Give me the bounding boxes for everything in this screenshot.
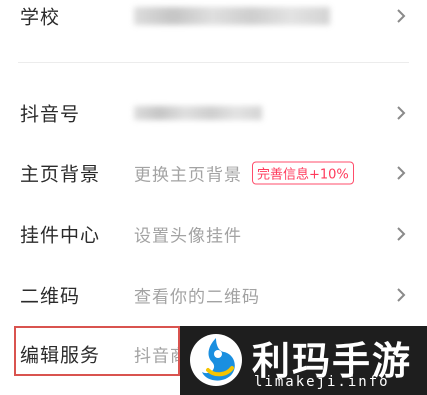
watermark-banner: 利玛手游 limakeji.info <box>180 326 427 395</box>
row-label: 抖音号 <box>20 103 81 126</box>
row-label: 二维码 <box>20 285 81 308</box>
chevron-right-icon <box>397 9 406 23</box>
settings-row-school[interactable]: 学校 <box>0 0 427 46</box>
row-value: 更换主页背景 <box>134 165 242 186</box>
row-value: 设置头像挂件 <box>134 226 242 247</box>
settings-row-home-background[interactable]: 主页背景 更换主页背景 完善信息+10% <box>0 143 427 203</box>
limakeji-logo <box>190 334 242 386</box>
settings-row-qr-code[interactable]: 二维码 查看你的二维码 <box>0 265 427 325</box>
watermark-url: limakeji.info <box>254 374 390 390</box>
settings-row-douyin-id[interactable]: 抖音号 <box>0 83 427 143</box>
section-divider <box>18 62 409 63</box>
chevron-right-icon <box>397 288 406 302</box>
blurred-value <box>134 7 330 25</box>
chevron-right-icon <box>397 166 406 180</box>
settings-row-pendant-center[interactable]: 挂件中心 设置头像挂件 <box>0 204 427 264</box>
row-label: 学校 <box>20 6 61 29</box>
highlight-box <box>14 326 180 376</box>
blurred-value <box>134 106 262 120</box>
chevron-right-icon <box>397 227 406 241</box>
row-label: 挂件中心 <box>20 224 101 247</box>
row-label: 主页背景 <box>20 163 101 186</box>
completion-badge: 完善信息+10% <box>252 161 354 185</box>
row-value: 查看你的二维码 <box>134 287 260 308</box>
chevron-right-icon <box>397 106 406 120</box>
